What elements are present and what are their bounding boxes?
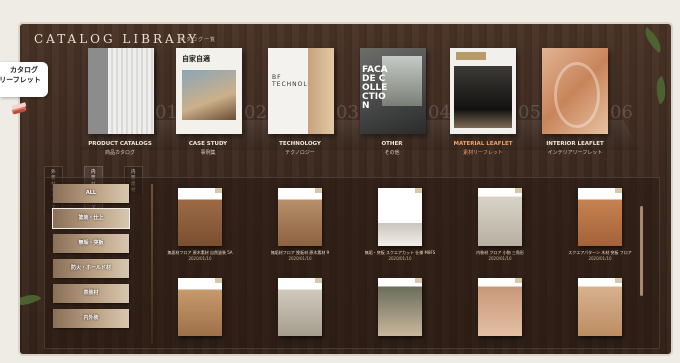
product-label[interactable]: スクエアパターン 木材 突板 フロア 2020/01/10 [560, 250, 640, 262]
product-card[interactable] [478, 188, 522, 246]
leaf-decoration [650, 75, 671, 105]
category-product-catalogs[interactable]: PRODUCT CATALOGS 商品カタログ [75, 141, 165, 156]
product-card[interactable] [278, 188, 322, 246]
cover-title: FACADE COLLECTION [362, 65, 388, 111]
product-card[interactable] [578, 188, 622, 246]
book-material-leaflet[interactable] [450, 48, 516, 134]
book-product-catalogs[interactable] [88, 48, 154, 134]
leaf-decoration [639, 27, 667, 53]
product-card[interactable] [378, 278, 422, 336]
menu-item-interior-exterior[interactable]: 内外装 [53, 309, 129, 328]
product-card[interactable] [178, 188, 222, 246]
category-number: 06 [610, 102, 633, 123]
book-case-study[interactable]: 自家自適 [176, 48, 242, 134]
category-case-study[interactable]: CASE STUDY 事例集 [163, 141, 253, 156]
category-technology[interactable]: TECHNOLOGY テクノロジー [255, 141, 345, 156]
cover-title: 自家自適 [182, 55, 210, 63]
category-number: 04 [428, 102, 451, 123]
category-number: 03 [336, 102, 359, 123]
page-title: CATALOG LIBRARY [34, 32, 200, 46]
product-card[interactable] [378, 188, 422, 246]
page-subtitle: カタログ一覧 [180, 37, 217, 43]
divider [151, 184, 153, 344]
product-card[interactable] [178, 278, 222, 336]
product-label[interactable]: 無垢・突板 スクエアカット 仕様 M8FS 2020/01/10 [360, 250, 440, 262]
category-other[interactable]: OTHER その他 [347, 141, 437, 156]
scrollbar[interactable] [640, 206, 643, 296]
category-number: 01 [155, 102, 178, 123]
product-label[interactable]: 無垢材フロア 挽板材 原木素材 9 2020/01/10 [260, 250, 340, 262]
menu-item-all[interactable]: ALL [53, 184, 129, 203]
category-number: 02 [244, 102, 267, 123]
category-material-leaflet[interactable]: MATERIAL LEAFLET 素材リーフレット [438, 141, 528, 156]
product-label[interactable]: 無垢材フロア 原木素材 自然塗装 5A 2020/01/10 [160, 250, 240, 262]
leaf-decoration [20, 288, 42, 312]
product-panel: ALL 塗装・仕上 無垢・突板 防火・ホールド材 表装材 内外装 無垢材フロア … [44, 177, 660, 349]
menu-item-solid-wood[interactable]: 無垢・突板 [53, 234, 129, 253]
catalog-library-panel: CATALOG LIBRARY カタログ一覧 自家自適 BF TECHNOLOG… [20, 24, 671, 354]
catalog-leaflet-tab[interactable]: カタログ リーフレット [0, 62, 48, 97]
product-card[interactable] [478, 278, 522, 336]
category-number: 05 [518, 102, 541, 123]
menu-item-paint[interactable]: 塗装・仕上 [52, 208, 130, 229]
book-other[interactable]: FACADE COLLECTION [360, 48, 426, 134]
book-stack-icon [11, 102, 27, 115]
book-interior-leaflet[interactable] [542, 48, 608, 134]
product-label[interactable]: 内装材 フロア 小物 三角形 2020/01/10 [460, 250, 540, 262]
cover-title: BF TECHNOLOGY [272, 74, 324, 88]
product-card[interactable] [278, 278, 322, 336]
product-card[interactable] [578, 278, 622, 336]
menu-item-fireproof[interactable]: 防火・ホールド材 [53, 259, 129, 278]
menu-item-surface[interactable]: 表装材 [53, 284, 129, 303]
category-interior-leaflet[interactable]: INTERIOR LEAFLET インテリアリーフレット [530, 141, 620, 156]
book-technology[interactable]: BF TECHNOLOGY [268, 48, 334, 134]
